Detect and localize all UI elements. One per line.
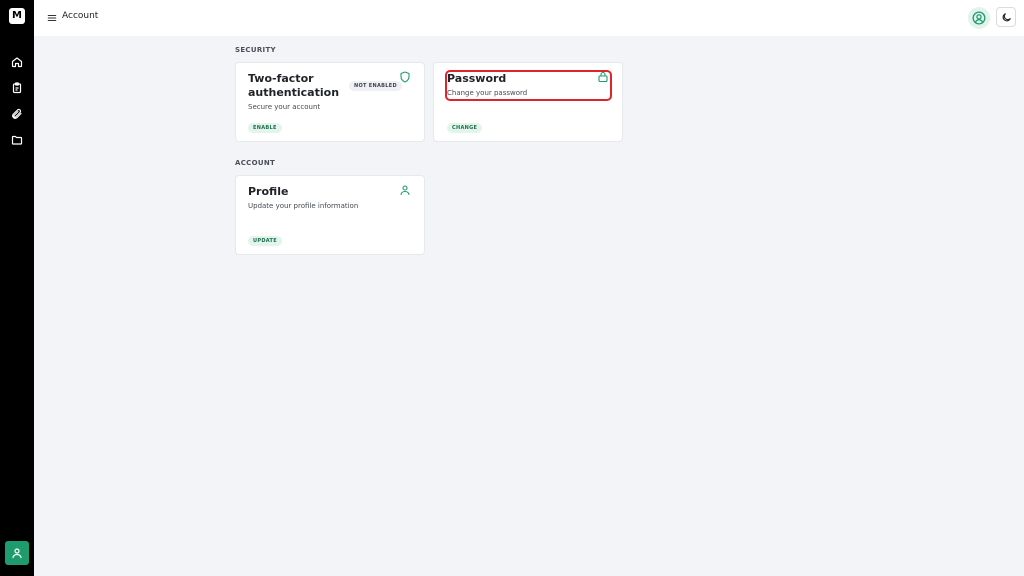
two-factor-title-line1: Two-factor xyxy=(248,72,314,85)
status-badge: NOT ENABLED xyxy=(349,81,402,91)
two-factor-title-line2: authentication xyxy=(248,86,340,99)
section-label-security: SECURITY xyxy=(235,46,276,54)
app-logo[interactable]: M xyxy=(9,8,25,24)
two-factor-title: Two-factor authentication xyxy=(248,72,339,100)
password-description: Change your password xyxy=(447,89,528,97)
moon-icon xyxy=(1001,12,1012,23)
clipboard-icon[interactable] xyxy=(10,81,24,95)
avatar[interactable] xyxy=(968,7,990,29)
user-circle-icon xyxy=(972,11,986,25)
password-title: Password xyxy=(447,72,507,85)
paperclip-icon[interactable] xyxy=(10,107,24,121)
home-icon[interactable] xyxy=(10,55,24,69)
user-icon xyxy=(11,547,23,559)
update-button[interactable]: UPDATE xyxy=(248,236,282,246)
profile-card: Profile Update your profile information … xyxy=(235,175,425,255)
page-title: Account xyxy=(62,11,99,21)
user-menu-button[interactable] xyxy=(5,541,29,565)
two-factor-description: Secure your account xyxy=(248,103,321,111)
hamburger-menu-icon[interactable] xyxy=(46,12,58,24)
folder-icon[interactable] xyxy=(10,133,24,147)
change-button[interactable]: CHANGE xyxy=(447,123,483,133)
lock-icon xyxy=(597,71,609,83)
sidebar: M xyxy=(0,0,34,576)
password-card[interactable]: Password Change your password CHANGE xyxy=(433,62,623,142)
section-label-account: ACCOUNT xyxy=(235,159,276,167)
shield-icon xyxy=(399,71,411,83)
user-icon xyxy=(399,184,411,196)
profile-title: Profile xyxy=(248,185,289,198)
top-bar: Account xyxy=(34,0,1024,36)
profile-description: Update your profile information xyxy=(248,202,359,210)
two-factor-card: Two-factor authentication NOT ENABLED Se… xyxy=(235,62,425,142)
enable-button[interactable]: ENABLE xyxy=(248,123,282,133)
theme-toggle-button[interactable] xyxy=(996,7,1016,27)
